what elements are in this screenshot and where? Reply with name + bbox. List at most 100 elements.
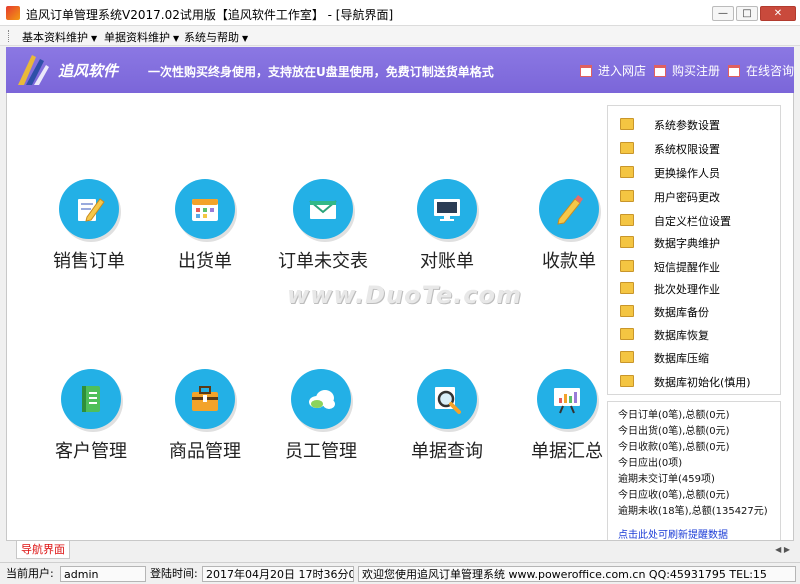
navigation-panel: 销售订单 出货单 订单未交表 对账单 收款单 客户管理 商品管理 员工管理 单据… xyxy=(6,93,794,540)
reminder-stats-panel: 今日订单(0笔),总额(0元) 今日出货(0笔),总额(0元) 今日收款(0笔)… xyxy=(607,401,781,540)
menu-system-help[interactable]: 系统与帮助 ▼ xyxy=(184,29,248,45)
sys-item-label: 数据库压缩 xyxy=(654,352,709,365)
watermark: www.DuoTe.com xyxy=(287,281,522,309)
menu-label: 基本资料维护 xyxy=(22,31,88,44)
folder-icon xyxy=(620,118,634,130)
tab-navigation[interactable]: 导航界面 xyxy=(16,541,70,559)
sys-item-label: 用户密码更改 xyxy=(654,191,720,204)
tile-label: 对账单 xyxy=(420,251,474,272)
close-button[interactable]: ✕ xyxy=(760,6,796,21)
tile-document-query[interactable]: 单据查询 xyxy=(389,369,509,479)
folder-icon xyxy=(620,375,634,387)
menu-document-data[interactable]: 单据资料维护 ▼ xyxy=(104,29,179,45)
tile-circle xyxy=(539,179,599,239)
magnifier-icon xyxy=(435,387,461,414)
folder-icon xyxy=(620,142,634,154)
sys-item-label: 数据库初始化(慎用) xyxy=(654,376,751,389)
status-login-value: 2017年04月20日 17时36分02秒 xyxy=(202,566,354,582)
tile-circle xyxy=(291,369,351,429)
briefcase-icon xyxy=(192,386,218,411)
sys-item-label: 数据库备份 xyxy=(654,306,709,319)
tile-customer-management[interactable]: 客户管理 xyxy=(33,369,153,479)
sys-item-label: 更换操作人员 xyxy=(654,167,720,180)
tile-circle xyxy=(61,369,121,429)
calendar-icon xyxy=(728,65,740,77)
stat-today-due-out: 今日应出(0项) xyxy=(618,458,683,469)
folder-icon xyxy=(620,236,634,248)
logo-text: 追风软件 xyxy=(58,62,119,80)
tile-sales-order[interactable]: 销售订单 xyxy=(31,179,151,289)
tile-staff-management[interactable]: 员工管理 xyxy=(263,369,383,479)
tile-product-management[interactable]: 商品管理 xyxy=(147,369,267,479)
tab-scroll-arrows-icon[interactable]: ◀ ▶ xyxy=(775,545,790,554)
logo-icon xyxy=(18,55,49,85)
monitor-icon xyxy=(434,199,460,221)
buy-register-link[interactable]: 购买注册 xyxy=(654,62,720,79)
enter-shop-link[interactable]: 进入网店 xyxy=(580,62,646,79)
system-menu-panel: 系统参数设置 系统权限设置 更换操作人员 用户密码更改 自定义栏位设置 数据字典… xyxy=(607,105,781,395)
banner: 追风软件 一次性购买终身使用，支持放在U盘里使用，免费订制送货单格式 进入网店 … xyxy=(6,47,794,93)
online-consult-link[interactable]: 在线咨询 xyxy=(728,62,794,79)
tile-circle xyxy=(537,369,597,429)
pencil-note-icon xyxy=(78,198,105,222)
tile-label: 员工管理 xyxy=(285,441,357,462)
tile-delivery-note[interactable]: 出货单 xyxy=(147,179,267,289)
status-welcome: 欢迎您使用追风订单管理系统 www.poweroffice.com.cn QQ:… xyxy=(358,566,796,582)
folder-icon xyxy=(620,214,634,226)
caret-down-icon: ▼ xyxy=(242,34,249,43)
envelope-icon xyxy=(309,200,337,219)
pencil-icon xyxy=(557,195,583,225)
status-user-value: admin xyxy=(60,566,146,582)
tab-strip: 导航界面 ◀ ▶ xyxy=(6,540,794,561)
folder-icon xyxy=(620,328,634,340)
sys-item-label: 数据字典维护 xyxy=(654,237,720,250)
tile-label: 销售订单 xyxy=(53,251,125,272)
menu-basic-data[interactable]: 基本资料维护 ▼ xyxy=(22,29,97,45)
folder-icon xyxy=(620,190,634,202)
status-bar: 当前用户: admin 登陆时间: 2017年04月20日 17时36分02秒 … xyxy=(0,562,800,584)
menu-label: 系统与帮助 xyxy=(184,31,239,44)
link-label: 在线咨询 xyxy=(746,64,795,78)
refresh-reminders-link[interactable]: 点击此处可刷新提醒数据 xyxy=(618,526,728,540)
sys-item-label: 数据库恢复 xyxy=(654,329,709,342)
caret-down-icon: ▼ xyxy=(91,34,98,43)
folder-icon xyxy=(620,260,634,272)
tile-label: 客户管理 xyxy=(55,441,127,462)
folder-icon xyxy=(620,351,634,363)
book-icon xyxy=(82,386,100,412)
tile-circle xyxy=(175,179,235,239)
tile-label: 订单未交表 xyxy=(278,251,368,272)
sys-item-label: 系统参数设置 xyxy=(654,119,720,132)
caret-down-icon: ▼ xyxy=(173,34,180,43)
status-login-label: 登陆时间: xyxy=(150,567,198,580)
cloud-icon xyxy=(309,390,335,409)
restore-button[interactable]: □ xyxy=(736,6,758,21)
tile-label: 单据查询 xyxy=(411,441,483,462)
stat-today-deliveries: 今日出货(0笔),总额(0元) xyxy=(618,426,730,437)
window-title: 追风订单管理系统V2017.02试用版【追风软件工作室】 - [导航界面] xyxy=(26,8,394,22)
sys-item-label: 短信提醒作业 xyxy=(654,261,720,274)
link-label: 购买注册 xyxy=(672,64,721,78)
menu-grip xyxy=(8,30,10,42)
tile-circle xyxy=(417,179,477,239)
tile-label: 商品管理 xyxy=(169,441,241,462)
tile-circle xyxy=(59,179,119,239)
status-user-label: 当前用户: xyxy=(6,567,54,580)
minimize-button[interactable]: — xyxy=(712,6,734,21)
stat-today-receivable: 今日应收(0笔),总额(0元) xyxy=(618,490,730,501)
stat-today-receipts: 今日收款(0笔),总额(0元) xyxy=(618,442,730,453)
tile-undelivered-orders[interactable]: 订单未交表 xyxy=(265,179,385,289)
sys-item-label: 系统权限设置 xyxy=(654,143,720,156)
tile-label: 出货单 xyxy=(178,251,232,272)
calendar-icon xyxy=(192,199,218,221)
link-label: 进入网店 xyxy=(598,64,647,78)
tile-statement[interactable]: 对账单 xyxy=(389,179,509,289)
calendar-icon xyxy=(654,65,666,77)
folder-icon xyxy=(620,166,634,178)
tile-circle xyxy=(175,369,235,429)
menu-label: 单据资料维护 xyxy=(104,31,170,44)
app-icon xyxy=(6,6,20,20)
menu-bar: 基本资料维护 ▼ 单据资料维护 ▼ 系统与帮助 ▼ xyxy=(0,26,800,46)
folder-icon xyxy=(620,305,634,317)
stat-today-orders: 今日订单(0笔),总额(0元) xyxy=(618,410,730,421)
